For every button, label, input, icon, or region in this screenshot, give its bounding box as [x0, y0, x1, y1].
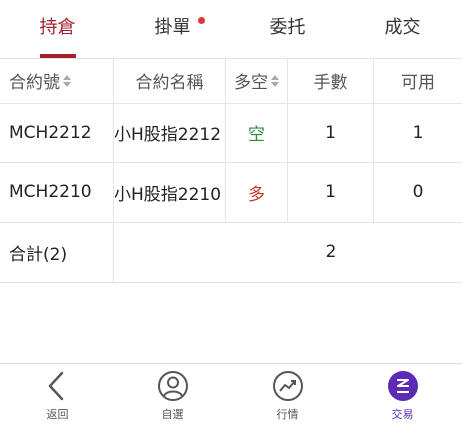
header-side[interactable]: 多空 — [226, 58, 288, 103]
row-side: 多 — [226, 162, 288, 222]
header-name-label: 合約名稱 — [135, 73, 204, 93]
bottom-nav: 返回 自選 行情 交易 — [0, 363, 462, 434]
table-row[interactable]: MCH2210 小H股指2210 多 1 0 — [0, 162, 462, 223]
trade-logo-icon — [388, 371, 418, 401]
table-header-row: 合約號 合約名稱 多空 手數 可用 — [0, 58, 462, 104]
header-code-label: 合約號 — [9, 73, 60, 93]
header-available-label: 可用 — [401, 73, 435, 93]
row-code: MCH2210 — [0, 162, 114, 222]
tab-trades[interactable]: 成交 — [345, 0, 460, 58]
back-chevron-icon — [48, 371, 64, 401]
row-name: 小H股指2210 — [114, 162, 226, 222]
tab-trades-label: 成交 — [384, 17, 421, 38]
nav-market-label: 行情 — [276, 408, 299, 421]
nav-trade-label: 交易 — [391, 408, 414, 421]
tab-positions[interactable]: 持倉 — [0, 0, 115, 58]
row-available: 1 — [412, 122, 424, 143]
total-row: 合計(2) 2 — [0, 222, 462, 283]
tab-positions-label: 持倉 — [39, 17, 76, 38]
row-lots: 1 — [288, 162, 374, 222]
header-code[interactable]: 合約號 — [0, 58, 114, 103]
row-side: 空 — [226, 103, 288, 162]
tab-orders[interactable]: 委托 — [230, 0, 345, 58]
tab-orders-label: 委托 — [269, 17, 306, 38]
row-lots: 1 — [288, 103, 374, 162]
nav-trade[interactable]: 交易 — [345, 364, 460, 434]
header-lots-label: 手數 — [313, 73, 348, 93]
table-row[interactable]: MCH2212 小H股指2212 空 1 1 — [0, 103, 462, 163]
nav-market[interactable]: 行情 — [230, 364, 345, 434]
row-name: 小H股指2212 — [114, 103, 226, 162]
nav-back-label: 返回 — [46, 408, 69, 421]
nav-back[interactable]: 返回 — [0, 364, 115, 434]
tab-pending-orders-label: 掛單 — [154, 17, 191, 38]
total-label: 合計(2) — [0, 222, 114, 282]
trend-chart-icon — [273, 371, 303, 401]
notification-dot — [198, 17, 205, 24]
nav-watchlist-label: 自選 — [161, 408, 184, 421]
header-name: 合約名稱 — [114, 58, 226, 103]
total-value: 2 — [325, 242, 337, 262]
row-code: MCH2212 — [0, 103, 114, 162]
header-side-label: 多空 — [234, 73, 268, 93]
header-lots: 手數 — [288, 58, 374, 103]
total-value-cell: 2 — [114, 222, 462, 282]
sort-icon — [271, 74, 279, 87]
nav-watchlist[interactable]: 自選 — [115, 364, 230, 434]
tab-pending-orders[interactable]: 掛單 — [115, 0, 230, 58]
header-available: 可用 — [374, 58, 462, 103]
row-available: 0 — [412, 182, 424, 202]
top-tab-bar: 持倉 掛單 委托 成交 — [0, 0, 462, 59]
sort-icon — [63, 74, 71, 87]
user-circle-icon — [158, 371, 188, 401]
